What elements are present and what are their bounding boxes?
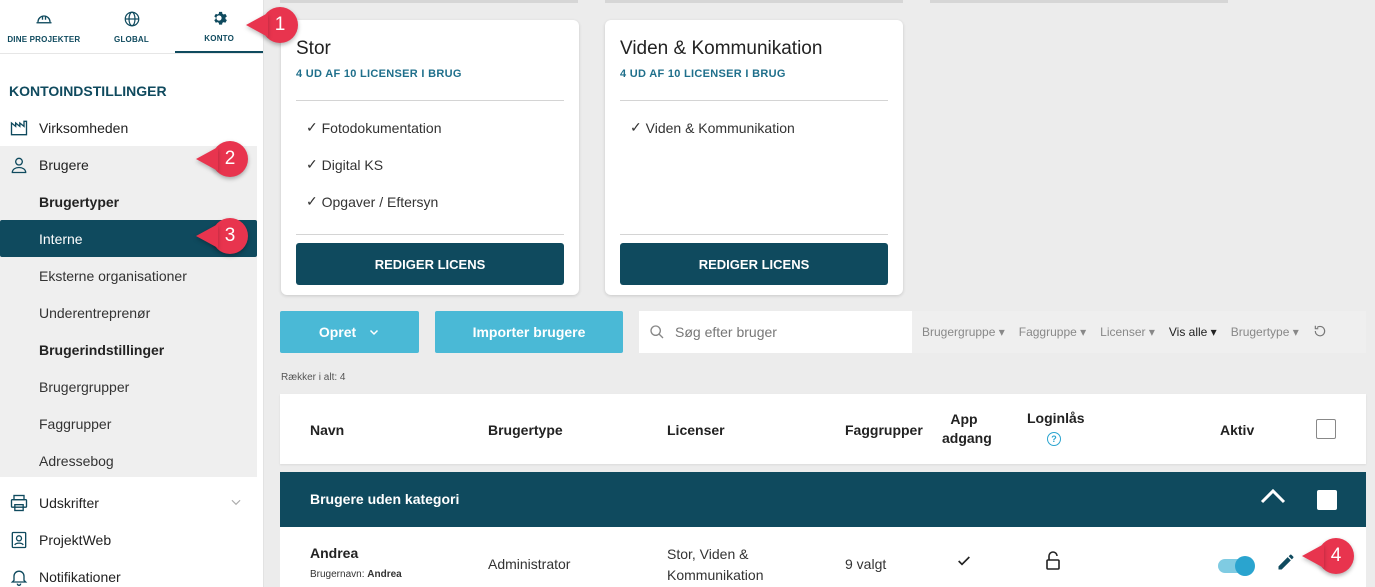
divider bbox=[620, 234, 888, 235]
import-users-button[interactable]: Importer brugere bbox=[435, 311, 623, 353]
select-all-checkbox[interactable] bbox=[1316, 419, 1336, 439]
chevron-down-icon bbox=[370, 329, 379, 336]
sidebar-item-notifications-label: Notifikationer bbox=[39, 568, 121, 585]
gear-icon bbox=[214, 11, 228, 25]
license-card-title: Stor bbox=[296, 38, 331, 59]
license-feature: ✓ Digital KS bbox=[306, 156, 384, 173]
check-icon: ✓ bbox=[630, 119, 646, 135]
header-licenses[interactable]: Licenser bbox=[667, 422, 725, 438]
edit-license-button[interactable]: REDIGER LICENS bbox=[296, 243, 564, 285]
active-toggle[interactable] bbox=[1218, 556, 1255, 576]
check-icon bbox=[956, 553, 972, 572]
sidebar: DINE PROJEKTER GLOBAL KONTO KONTOINDSTIL… bbox=[0, 0, 264, 587]
divider bbox=[296, 234, 564, 235]
header-name[interactable]: Navn bbox=[310, 422, 344, 438]
user-licenses: Stor, Viden & Kommunikation bbox=[667, 546, 764, 583]
search-input[interactable] bbox=[675, 324, 895, 340]
callout-1: 1 bbox=[246, 7, 298, 43]
top-card-edge bbox=[605, 0, 903, 3]
edit-license-button[interactable]: REDIGER LICENS bbox=[620, 243, 888, 285]
tab-projects[interactable]: DINE PROJEKTER bbox=[0, 0, 88, 53]
header-user-type[interactable]: Brugertype bbox=[488, 422, 563, 438]
sidebar-item-projectweb[interactable]: ProjektWeb bbox=[0, 521, 111, 558]
rows-count: Rækker i alt: 4 bbox=[281, 372, 346, 383]
unlock-icon[interactable] bbox=[1045, 551, 1061, 574]
submenu-address-book[interactable]: Adressebog bbox=[0, 442, 257, 479]
license-card-title: Viden & Kommunikation bbox=[620, 38, 823, 59]
license-usage: 4 UD AF 10 LICENSER I BRUG bbox=[296, 68, 462, 80]
tab-global-label: GLOBAL bbox=[114, 34, 149, 44]
sidebar-item-projectweb-label: ProjektWeb bbox=[39, 531, 112, 548]
top-card-edge bbox=[930, 0, 1228, 3]
submenu-trade-groups[interactable]: Faggrupper bbox=[0, 405, 257, 442]
callout-4: 4 bbox=[1302, 538, 1354, 574]
table-header: Navn Brugertype Licenser Faggrupper App a… bbox=[280, 394, 1366, 464]
header-trade-groups[interactable]: Faggrupper bbox=[845, 422, 923, 438]
sidebar-item-company-label: Virksomheden bbox=[39, 119, 129, 136]
sidebar-item-printouts-label: Udskrifter bbox=[39, 494, 99, 511]
filter-trade-group[interactable]: Faggruppe ▾ bbox=[1012, 325, 1093, 339]
callout-3: 3 bbox=[196, 218, 248, 254]
edit-icon[interactable] bbox=[1276, 552, 1296, 575]
filter-show-all[interactable]: Vis alle ▾ bbox=[1162, 325, 1224, 339]
filter-licenses[interactable]: Licenser ▾ bbox=[1093, 325, 1162, 339]
section-title: KONTOINDSTILLINGER bbox=[9, 83, 167, 99]
submenu-external[interactable]: Eksterne organisationer bbox=[0, 257, 257, 294]
callout-2: 2 bbox=[196, 141, 248, 177]
user-type: Administrator bbox=[488, 556, 571, 572]
user-icon bbox=[4, 155, 34, 175]
user-name[interactable]: Andrea bbox=[310, 545, 358, 561]
contact-card-icon bbox=[4, 530, 34, 550]
header-active[interactable]: Aktiv bbox=[1220, 422, 1254, 438]
submenu-user-settings: Brugerindstillinger bbox=[39, 341, 165, 358]
group-checkbox[interactable] bbox=[1317, 490, 1337, 510]
printer-icon bbox=[4, 493, 34, 513]
create-button-label: Opret bbox=[318, 324, 357, 340]
sidebar-item-printouts[interactable]: Udskrifter bbox=[0, 484, 257, 521]
license-feature: ✓ Opgaver / Eftersyn bbox=[306, 193, 439, 210]
submenu-subcontractor[interactable]: Underentreprenør bbox=[0, 294, 257, 331]
tab-projects-label: DINE PROJEKTER bbox=[7, 34, 81, 44]
user-trade-groups[interactable]: 9 valgt bbox=[845, 556, 886, 572]
group-title: Brugere uden kategori bbox=[310, 491, 460, 507]
globe-icon bbox=[124, 11, 139, 26]
check-icon: ✓ bbox=[306, 156, 322, 172]
search-box bbox=[639, 311, 912, 353]
filter-user-type[interactable]: Brugertype ▾ bbox=[1224, 325, 1306, 339]
top-card-edge bbox=[280, 0, 578, 3]
license-card-stor: Stor 4 UD AF 10 LICENSER I BRUG ✓ Fotodo… bbox=[281, 20, 579, 295]
filter-user-group[interactable]: Brugergruppe ▾ bbox=[912, 325, 1012, 339]
tab-global[interactable]: GLOBAL bbox=[88, 0, 176, 53]
submenu-user-types: Brugertyper bbox=[39, 193, 120, 210]
create-button[interactable]: Opret bbox=[280, 311, 419, 353]
group-header: Brugere uden kategori bbox=[280, 472, 1366, 527]
username-line: Brugernavn: Andrea bbox=[310, 569, 402, 580]
filter-bar: Brugergruppe ▾ Faggruppe ▾ Licenser ▾ Vi… bbox=[912, 311, 1366, 353]
license-card-knowledge: Viden & Kommunikation 4 UD AF 10 LICENSE… bbox=[605, 20, 903, 295]
bell-icon bbox=[4, 567, 34, 587]
license-usage: 4 UD AF 10 LICENSER I BRUG bbox=[620, 68, 786, 80]
factory-icon bbox=[4, 118, 34, 138]
tab-account-label: KONTO bbox=[204, 33, 235, 43]
help-icon[interactable]: ? bbox=[1047, 432, 1061, 446]
header-login-lock[interactable]: Loginlås bbox=[1027, 410, 1085, 426]
header-app-access[interactable]: App adgang bbox=[942, 411, 992, 449]
check-icon: ✓ bbox=[306, 119, 322, 135]
reset-filters-icon[interactable] bbox=[1306, 324, 1334, 341]
table-row[interactable]: Andrea Brugernavn: Andrea Administrator … bbox=[280, 527, 1366, 587]
chevron-down-icon bbox=[229, 495, 243, 512]
search-icon bbox=[650, 325, 664, 339]
license-feature: ✓ Viden & Kommunikation bbox=[630, 119, 795, 136]
sidebar-item-users-label: Brugere bbox=[39, 156, 89, 173]
check-icon: ✓ bbox=[306, 193, 322, 209]
submenu-user-groups[interactable]: Brugergrupper bbox=[0, 368, 257, 405]
helmet-icon bbox=[36, 14, 52, 23]
top-navigation: DINE PROJEKTER GLOBAL KONTO bbox=[0, 0, 264, 54]
toggle-knob bbox=[1235, 556, 1255, 576]
license-feature: ✓ Fotodokumentation bbox=[306, 119, 442, 136]
sidebar-item-company[interactable]: Virksomheden bbox=[0, 109, 128, 146]
sidebar-item-notifications[interactable]: Notifikationer bbox=[0, 558, 121, 587]
collapse-icon[interactable] bbox=[1260, 486, 1286, 511]
